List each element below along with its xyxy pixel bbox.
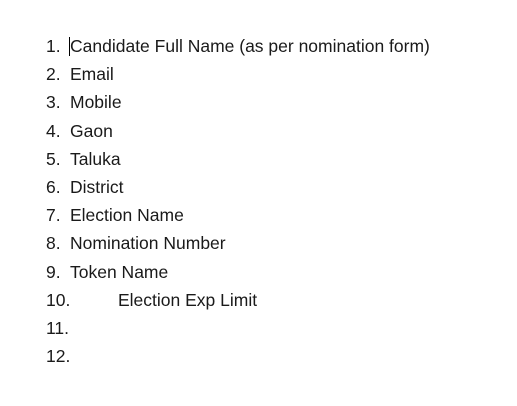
- list-item[interactable]: 8. Nomination Number: [46, 232, 226, 260]
- list-item-text: Email: [70, 64, 114, 85]
- list-item[interactable]: 6. District: [46, 176, 123, 204]
- list-item-text: Candidate Full Name (as per nomination f…: [70, 36, 430, 56]
- list-item-number: 11.: [46, 317, 70, 338]
- list-item-number: 1.: [46, 36, 61, 56]
- list-item-number: 7.: [46, 205, 61, 226]
- list-item[interactable]: 5. Taluka: [46, 148, 121, 176]
- list-item-number: 12.: [46, 346, 71, 367]
- numbered-list: 1. Candidate Full Name (as per nominatio…: [46, 35, 430, 373]
- list-item-text: Token Name: [70, 261, 169, 282]
- list-item[interactable]: 1. Candidate Full Name (as per nominatio…: [46, 35, 430, 63]
- document-page[interactable]: 1. Candidate Full Name (as per nominatio…: [0, 0, 517, 406]
- list-item-text: Election Exp Limit: [118, 289, 258, 310]
- list-item-text: Taluka: [70, 148, 121, 169]
- list-item[interactable]: 3. Mobile: [46, 91, 122, 119]
- list-item[interactable]: 2. Email: [46, 63, 114, 91]
- list-item-text: Nomination Number: [70, 233, 226, 254]
- list-item-number: 4.: [46, 120, 61, 141]
- list-item[interactable]: 9. Token Name: [46, 261, 168, 289]
- list-item-text: Election Name: [70, 205, 184, 226]
- list-item-text: Gaon: [70, 120, 113, 141]
- list-item-number: 6.: [46, 176, 61, 197]
- list-item-number: 8.: [46, 233, 61, 254]
- list-item-number: 2.: [46, 64, 61, 85]
- list-item-text: District: [70, 176, 124, 197]
- list-item-text: Mobile: [70, 92, 122, 113]
- list-item[interactable]: 7. Election Name: [46, 204, 184, 232]
- list-item[interactable]: 4. Gaon: [46, 120, 113, 148]
- list-item-number: 5.: [46, 148, 61, 169]
- list-item-number: 10.: [46, 289, 71, 310]
- list-item[interactable]: 12.: [46, 345, 70, 373]
- list-item-number: 9.: [46, 261, 61, 282]
- list-item[interactable]: 10. Election Exp Limit: [46, 289, 257, 317]
- list-item[interactable]: 11.: [46, 317, 70, 345]
- list-item-number: 3.: [46, 92, 61, 113]
